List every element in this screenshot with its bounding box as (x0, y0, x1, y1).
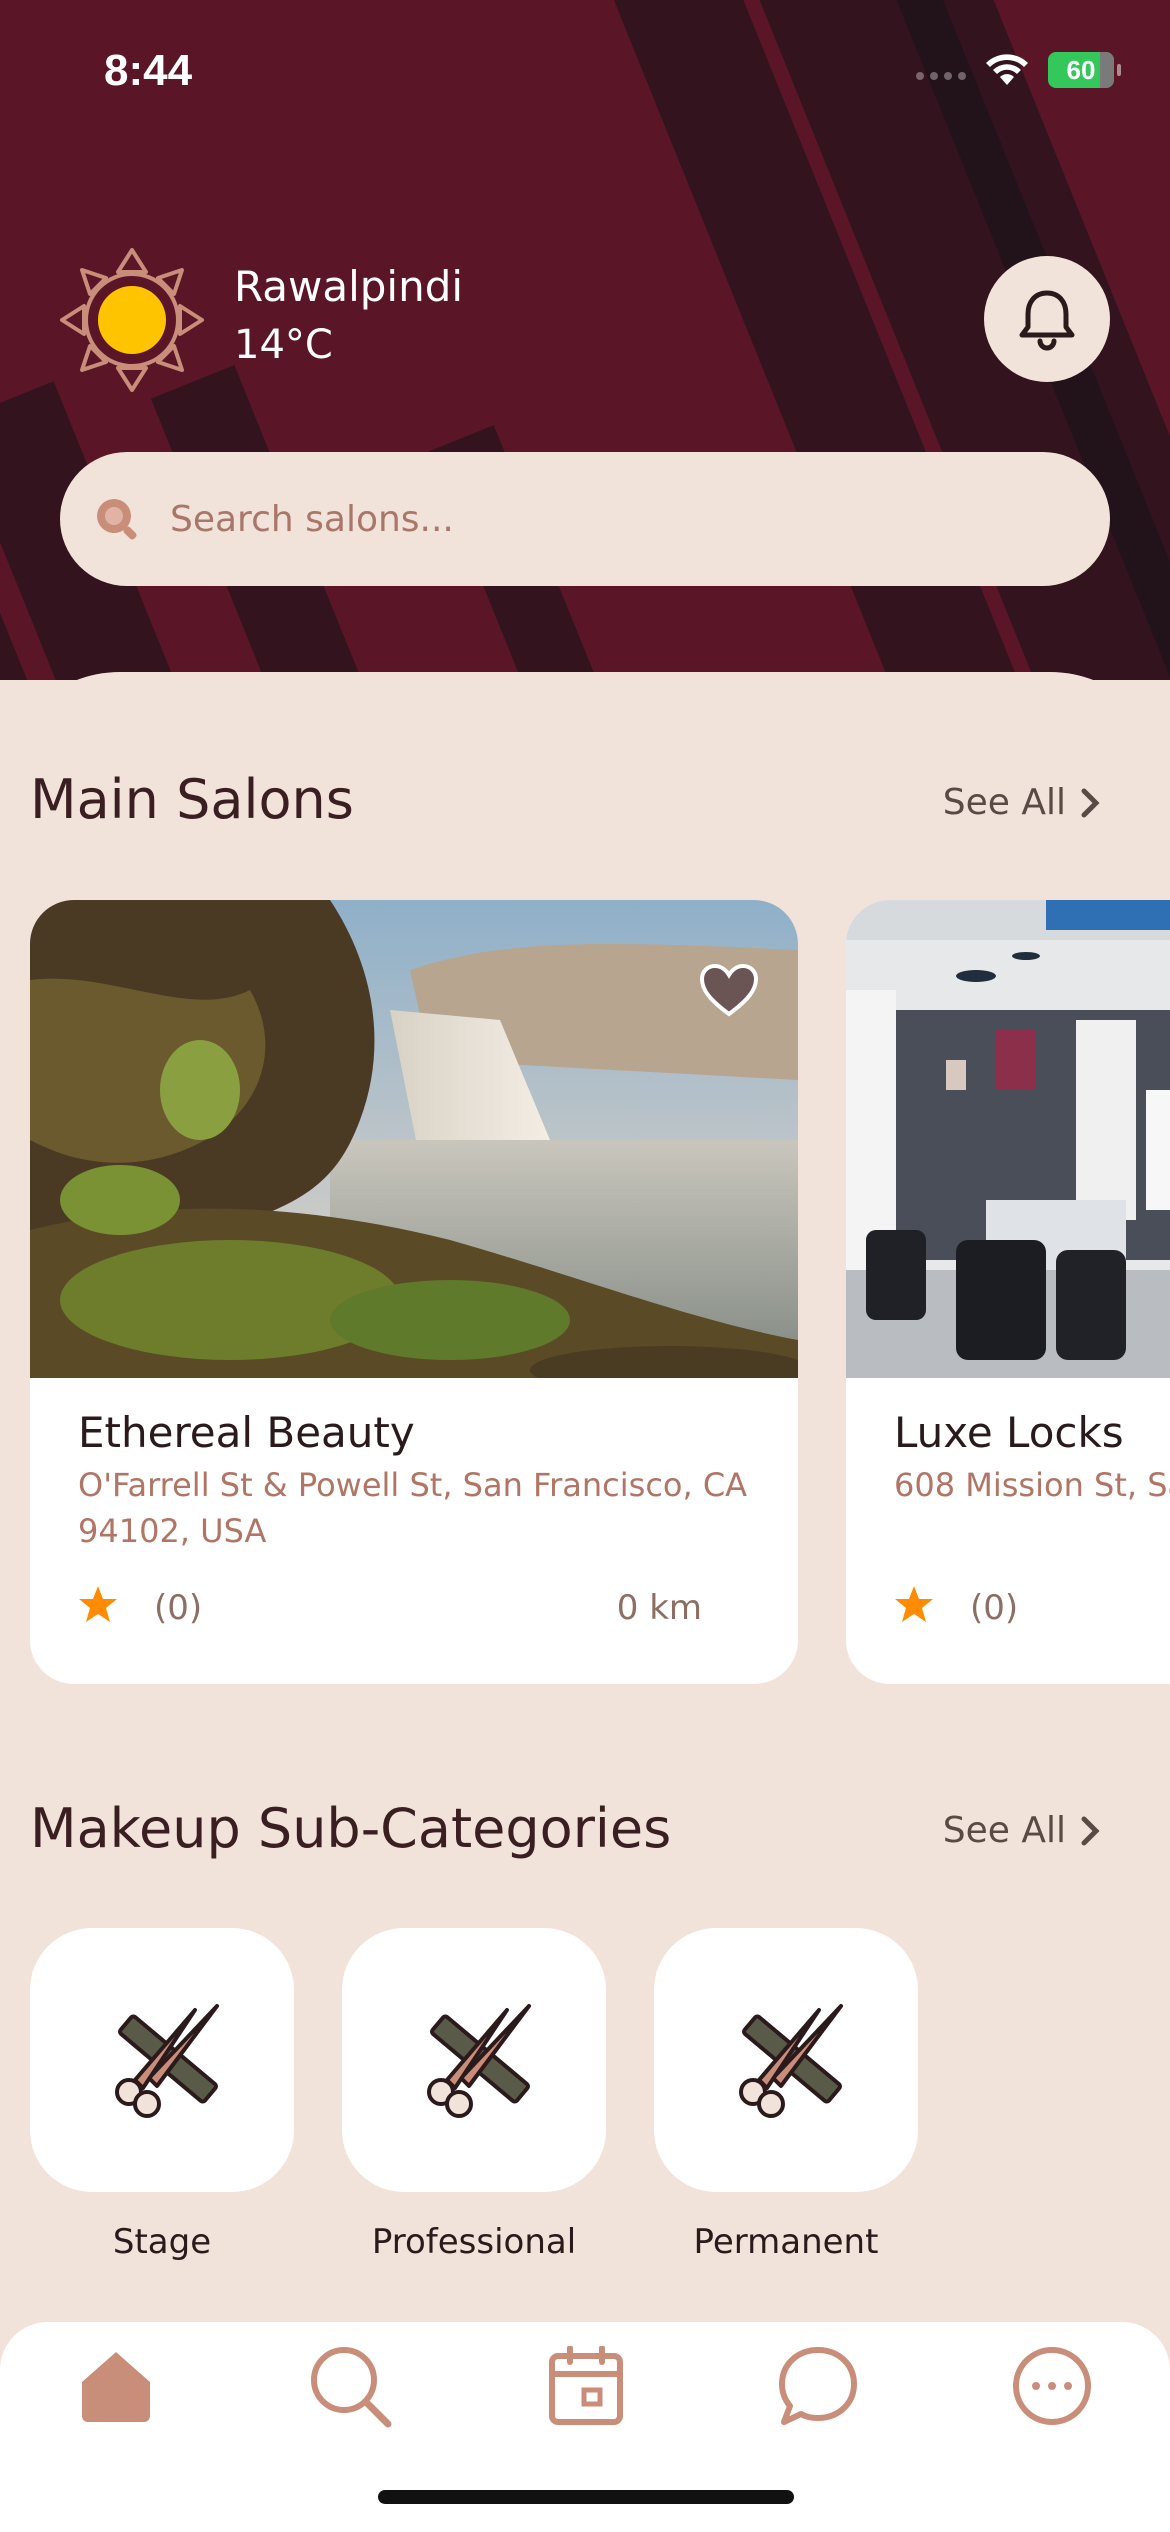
main-salons-title: Main Salons (30, 768, 354, 831)
more-icon (1013, 2347, 1091, 2425)
salon-card[interactable]: Ethereal Beauty O'Farrell St & Powell St… (30, 900, 798, 1684)
salon-name: Ethereal Beauty (78, 1408, 415, 1457)
status-time: 8:44 (104, 46, 193, 95)
subcategories-see-all-button[interactable]: See All (943, 1810, 1100, 1851)
scissors-comb-icon (427, 2004, 531, 2118)
star-icon (79, 1586, 117, 1622)
see-all-label: See All (942, 1810, 1066, 1851)
salon-rating: (0) (970, 1588, 1019, 1628)
salon-name: Luxe Locks (894, 1408, 1124, 1457)
nav-more[interactable] (1002, 2336, 1102, 2436)
category-stage[interactable] (30, 1928, 294, 2192)
salon-card[interactable]: Luxe Locks 608 Mission St, San Francisco… (846, 900, 1170, 1684)
bell-icon (1019, 290, 1075, 351)
weather-city: Rawalpindi (234, 262, 464, 311)
main-salons-see-all-button[interactable]: See All (943, 782, 1100, 823)
search-input[interactable]: Search salons... (60, 452, 1110, 586)
scissors-comb-icon (115, 2004, 219, 2118)
chevron-right-icon (1081, 788, 1100, 817)
nav-bookings[interactable] (536, 2336, 636, 2436)
heart-icon[interactable] (698, 962, 760, 1018)
weather-temperature: 14°C (234, 322, 333, 368)
home-icon (82, 2352, 150, 2422)
notifications-button[interactable] (984, 256, 1110, 382)
wifi-icon (986, 54, 1028, 85)
category-permanent[interactable] (654, 1928, 918, 2192)
see-all-label: See All (942, 782, 1066, 823)
search-icon (97, 499, 137, 540)
signal-icon (916, 60, 966, 80)
nav-chat[interactable] (768, 2336, 868, 2436)
battery-level: 60 (1066, 54, 1096, 85)
nav-search[interactable] (300, 2336, 400, 2436)
salon-rating: (0) (154, 1588, 203, 1628)
nav-home[interactable] (66, 2336, 166, 2436)
category-label: Professional (371, 2222, 577, 2262)
scissors-comb-icon (739, 2004, 843, 2118)
status-icons: 60 (916, 52, 1121, 88)
category-professional[interactable] (342, 1928, 606, 2192)
salon-photo-interior (846, 900, 1170, 1378)
search-icon (311, 2347, 392, 2428)
chat-icon (779, 2347, 857, 2425)
search-placeholder: Search salons... (170, 498, 454, 540)
salon-address: O'Farrell St & Powell St, San Francisco,… (78, 1466, 748, 1550)
battery-icon: 60 (1048, 52, 1121, 88)
category-label: Permanent (693, 2222, 879, 2262)
salon-photo-waterfall (30, 900, 798, 1378)
star-icon (895, 1586, 933, 1622)
sun-icon (60, 248, 204, 392)
category-label: Stage (112, 2222, 212, 2262)
makeup-subcategories-title: Makeup Sub-Categories (30, 1797, 672, 1860)
salon-distance: 0 km (616, 1588, 702, 1628)
salon-address: 608 Mission St, San Francisco, CA USA (894, 1466, 1170, 1504)
chevron-right-icon (1081, 1816, 1100, 1845)
home-indicator (378, 2490, 794, 2504)
calendar-icon (549, 2346, 623, 2425)
